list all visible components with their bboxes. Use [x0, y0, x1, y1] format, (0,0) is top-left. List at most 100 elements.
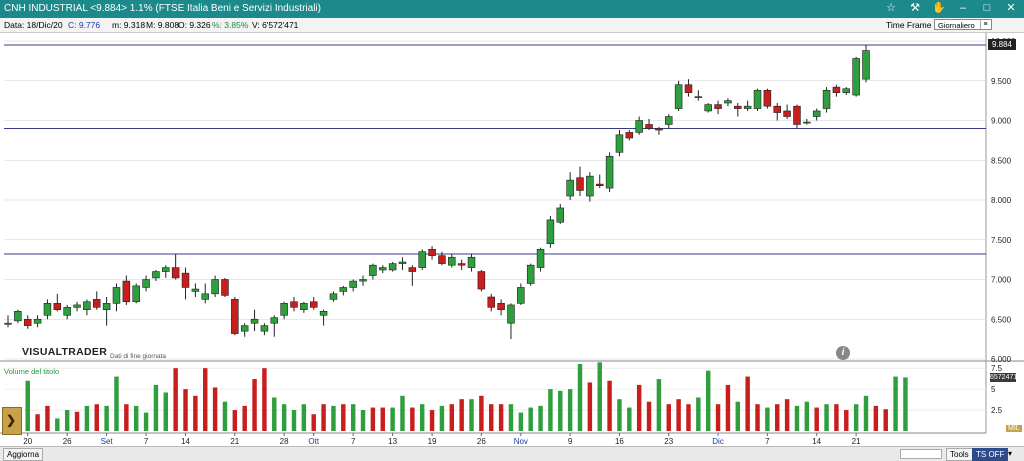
close-icon[interactable]: ✕ [1004, 1, 1018, 15]
volume-bar [360, 410, 366, 431]
volume-bar [873, 405, 879, 431]
ts-off-button[interactable]: TS OFF [972, 448, 1009, 461]
candle-body [428, 248, 436, 256]
price-chart[interactable]: 10.0009.5009.0008.5008.0007.5007.0006.50… [0, 33, 1024, 446]
volume-bar [636, 384, 642, 431]
candle-body [635, 120, 643, 133]
candle-body [497, 303, 505, 311]
candle-body [576, 177, 584, 191]
volume-bar [252, 379, 257, 431]
candle-body [122, 280, 131, 303]
horizontal-scrollbar[interactable] [900, 449, 942, 459]
side-panel-toggle[interactable]: ❯ [2, 407, 22, 435]
candle-body [605, 155, 614, 189]
volume-bar [844, 410, 849, 431]
time-frame-select[interactable]: Giornaliero ≡ [934, 19, 992, 30]
candle-body [684, 84, 693, 93]
candle-body [536, 248, 545, 268]
volume-bar [163, 392, 169, 431]
candle-body [329, 293, 338, 300]
candle-body [763, 89, 772, 107]
volume-bar [94, 404, 99, 431]
volume-bar [439, 405, 445, 431]
minimize-icon[interactable]: – [956, 1, 970, 15]
volume-bar [212, 387, 218, 431]
volume-bar [281, 404, 287, 431]
candle-body [221, 279, 229, 296]
info-icon[interactable]: i [836, 346, 850, 360]
candle-body [665, 116, 673, 125]
time-frame-label: Time Frame [886, 20, 932, 30]
x-tick-label: 26 [477, 437, 486, 446]
candle-body [477, 271, 486, 290]
volume-bar [419, 404, 425, 431]
x-tick-label: 23 [664, 437, 673, 446]
volume-bar [686, 404, 691, 431]
volume-label: V: 6'572'471 [252, 20, 299, 30]
y-tick-label: 6.500 [991, 315, 1012, 324]
volume-bar [45, 405, 50, 431]
window-titlebar: CNH INDUSTRIAL <9.884> 1.1% (FTSE Italia… [0, 0, 1024, 18]
candle-body [83, 301, 91, 311]
x-tick-label: Set [101, 437, 114, 446]
chevron-down-icon: ≡ [980, 20, 990, 29]
x-tick-label: 7 [765, 437, 770, 446]
volume-bar [370, 407, 376, 431]
candle-body [793, 105, 801, 125]
mil-label: MIL [1006, 425, 1022, 432]
volume-bar [784, 399, 790, 431]
x-tick-label: 19 [428, 437, 437, 446]
titlebar-icons: ☆ ⚒ ✋ – □ ✕ [884, 1, 1018, 15]
x-tick-label: Ott [308, 437, 319, 446]
update-button[interactable]: Aggiorna [3, 448, 44, 461]
volume-bar [311, 414, 316, 431]
candle-body [260, 325, 269, 332]
chevron-right-icon: ❯ [6, 413, 17, 427]
x-tick-label: Dic [712, 437, 724, 446]
x-tick-label: 21 [852, 437, 861, 446]
volume-bar [64, 410, 70, 431]
y-tick-label: 6.000 [991, 355, 1012, 364]
maximize-icon[interactable]: □ [980, 1, 994, 15]
volume-bar [55, 418, 60, 431]
volume-bar [232, 410, 238, 431]
candle-body [408, 267, 417, 272]
volume-bar [153, 384, 159, 431]
volume-bar [429, 410, 435, 431]
tools-button[interactable]: Tools [946, 448, 973, 461]
y-tick-label: 8.000 [991, 196, 1012, 205]
hand-icon[interactable]: ✋ [932, 1, 946, 15]
candle-body [280, 303, 288, 316]
volume-tick-label: 2.5 [991, 406, 1003, 415]
candle-body [852, 58, 860, 96]
y-tick-label: 9.000 [991, 117, 1012, 126]
window-title: CNH INDUSTRIAL <9.884> 1.1% (FTSE Italia… [4, 3, 321, 14]
candle-body [812, 110, 821, 117]
y-tick-label: 7.500 [991, 236, 1012, 245]
candle-body [181, 272, 190, 288]
date-label: Data: 18/Dic/20 [4, 20, 63, 30]
volume-bar [587, 382, 593, 431]
candle-body [586, 175, 594, 197]
volume-bar [607, 380, 612, 431]
candle-body [33, 318, 42, 324]
candle-body [487, 296, 495, 308]
chevron-down-icon[interactable]: ▾ [1008, 448, 1018, 459]
candle-body [132, 285, 140, 303]
volume-bar [104, 405, 109, 431]
star-icon[interactable]: ☆ [884, 1, 898, 15]
candle-body [231, 299, 239, 334]
volume-bar [794, 405, 800, 431]
candle-body [14, 310, 22, 322]
volume-bar [617, 399, 622, 431]
candle-body [645, 124, 653, 129]
volume-bar [390, 407, 395, 431]
volume-bar [863, 395, 869, 431]
candle-body [803, 121, 811, 124]
volume-bar [489, 404, 494, 431]
volume-bar [745, 376, 750, 431]
candle-body [438, 255, 446, 264]
hammer-icon[interactable]: ⚒ [908, 1, 922, 15]
x-tick-label: 13 [388, 437, 397, 446]
candle-body [842, 88, 851, 93]
